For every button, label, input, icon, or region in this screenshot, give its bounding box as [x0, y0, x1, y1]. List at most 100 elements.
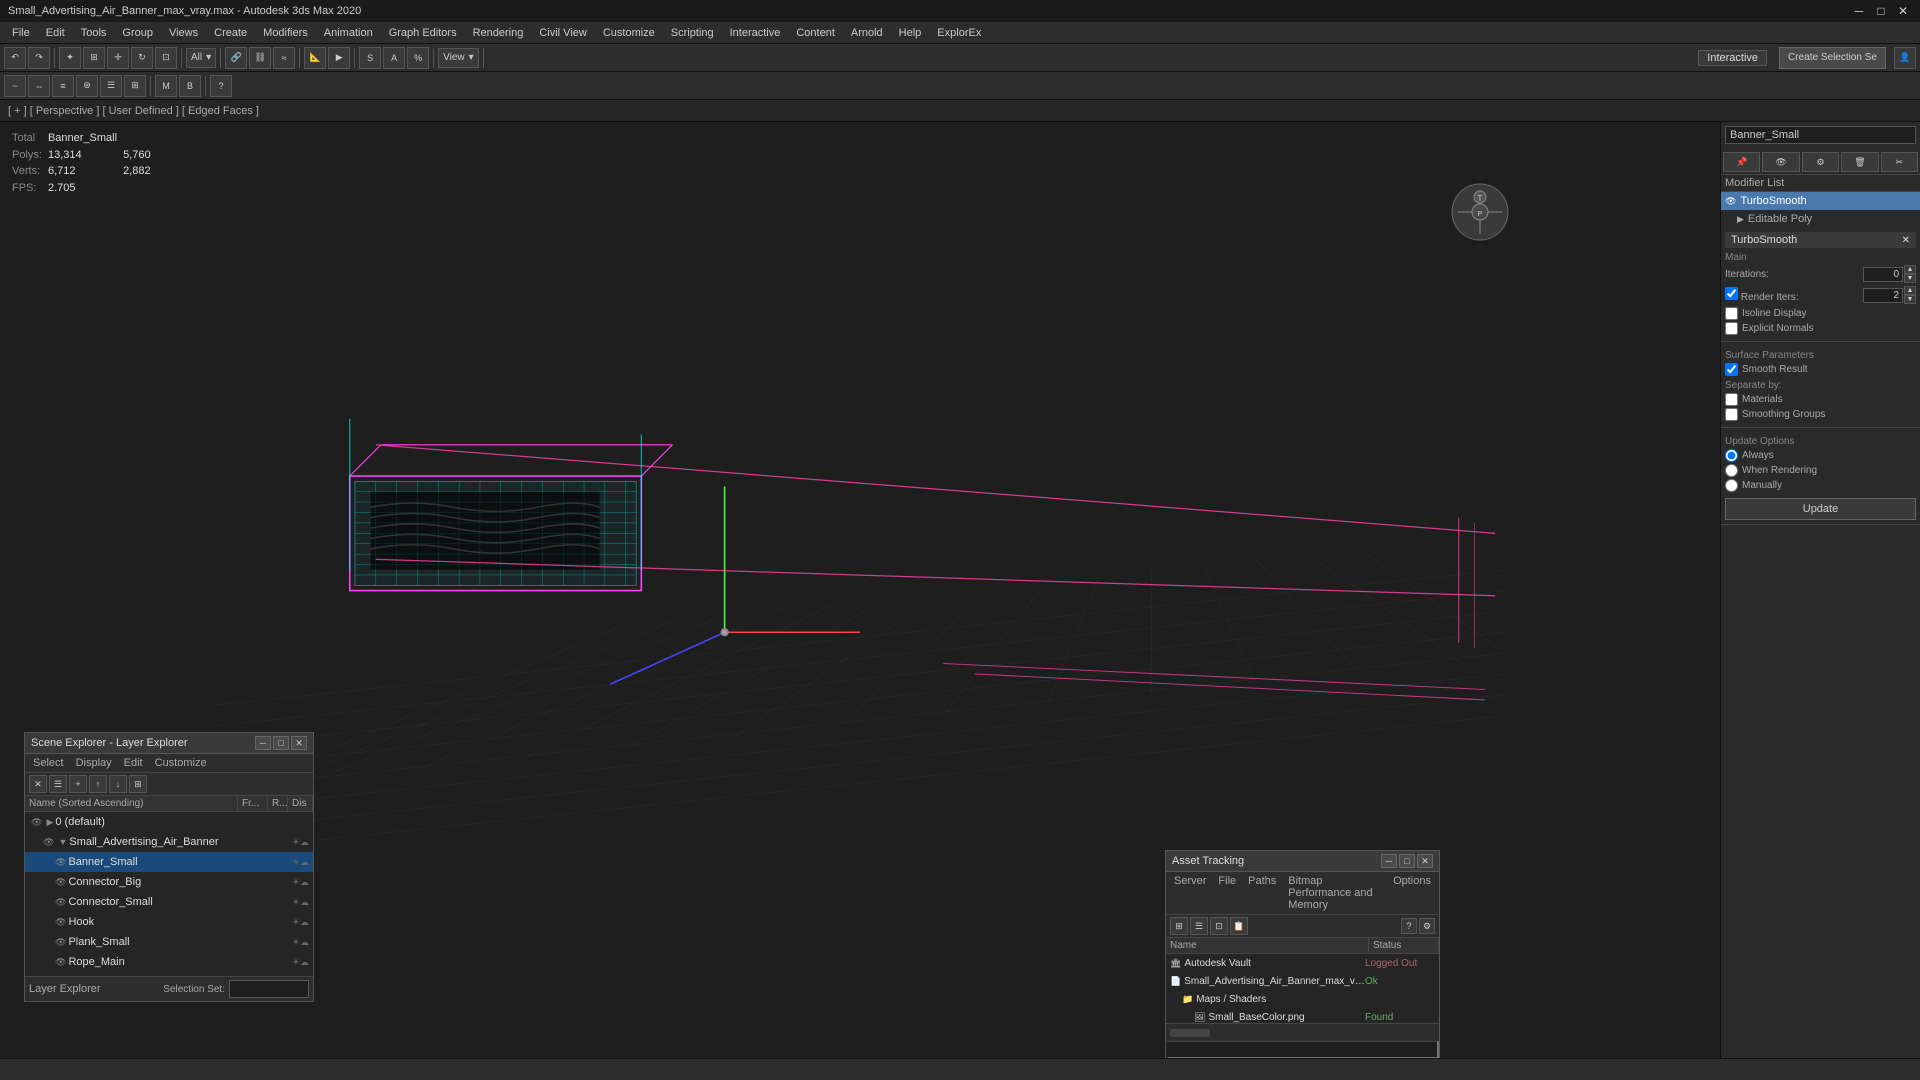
turbosmooth-eye-icon[interactable]: 👁 — [1725, 196, 1736, 207]
view-dropdown[interactable]: View ▾ — [438, 48, 479, 68]
scene-item-eye-3[interactable]: 👁 — [55, 877, 66, 888]
maximize-button[interactable]: □ — [1872, 2, 1890, 20]
modifier-pin-button[interactable]: 📌 — [1723, 152, 1760, 172]
scale-button[interactable]: ⊡ — [155, 47, 177, 69]
scene-item-4[interactable]: 👁Connector_Small☀☁ — [25, 892, 313, 912]
hierarchy-button[interactable]: ⊛ — [76, 75, 98, 97]
menu-item-edit[interactable]: Edit — [38, 25, 73, 41]
scene-item-6[interactable]: 👁Plank_Small☀☁ — [25, 932, 313, 952]
se-menu-edit[interactable]: Edit — [120, 756, 147, 770]
mirror-button[interactable]: ⇔ — [28, 75, 50, 97]
menu-item-rendering[interactable]: Rendering — [465, 25, 532, 41]
render-iters-input[interactable] — [1863, 288, 1903, 303]
at-btn-1[interactable]: ⊞ — [1170, 917, 1188, 935]
turbosmooth-close-button[interactable]: ✕ — [1902, 235, 1910, 246]
asset-tracking-minimize[interactable]: ─ — [1381, 854, 1397, 868]
create-selection-button[interactable]: Create Selection Se — [1779, 47, 1886, 69]
at-item-3[interactable]: 🖼Small_BaseColor.pngFound — [1166, 1008, 1439, 1023]
redo-button[interactable]: ↷ — [28, 47, 50, 69]
se-menu-select[interactable]: Select — [29, 756, 68, 770]
ribbon-button[interactable]: ⊞ — [124, 75, 146, 97]
select-region-button[interactable]: ⊞ — [83, 47, 105, 69]
render-iters-checkbox[interactable] — [1725, 287, 1738, 300]
select-object-button[interactable]: ✦ — [59, 47, 81, 69]
when-rendering-radio[interactable] — [1725, 464, 1738, 477]
menu-item-help[interactable]: Help — [891, 25, 930, 41]
menu-item-interactive[interactable]: Interactive — [722, 25, 789, 41]
scene-explorer-minimize[interactable]: ─ — [255, 736, 271, 750]
menu-item-customize[interactable]: Customize — [595, 25, 663, 41]
at-btn-3[interactable]: ⊡ — [1210, 917, 1228, 935]
material-editor-button[interactable]: M — [155, 75, 177, 97]
scene-explorer-close[interactable]: ✕ — [291, 736, 307, 750]
scene-item-2[interactable]: 👁Banner_Small☀☁ — [25, 852, 313, 872]
scene-item-5[interactable]: 👁Hook☀☁ — [25, 912, 313, 932]
rotate-button[interactable]: ↻ — [131, 47, 153, 69]
close-button[interactable]: ✕ — [1894, 2, 1912, 20]
se-menu-display[interactable]: Display — [72, 756, 116, 770]
scene-item-eye-7[interactable]: 👁 — [55, 957, 66, 968]
asset-tracking-search-input[interactable] — [1166, 1041, 1439, 1059]
curve-editor-button[interactable]: ~ — [4, 75, 26, 97]
scene-explorer-maximize[interactable]: □ — [273, 736, 289, 750]
scene-item-eye-1[interactable]: 👁 — [43, 837, 54, 848]
scene-item-lock-0[interactable]: ▶ — [46, 817, 53, 828]
scene-item-lock-1[interactable]: ▼ — [58, 837, 67, 847]
undo-button[interactable]: ↶ — [4, 47, 26, 69]
update-button[interactable]: Update — [1725, 498, 1916, 520]
se-layers-button[interactable]: ☰ — [49, 775, 67, 793]
render-button[interactable]: ▶ — [328, 47, 350, 69]
percent-snap-button[interactable]: % — [407, 47, 429, 69]
modifier-turbosmooth[interactable]: 👁 TurboSmooth — [1721, 192, 1920, 210]
at-menu-options[interactable]: Options — [1389, 874, 1435, 912]
scene-item-7[interactable]: 👁Rope_Main☀☁ — [25, 952, 313, 972]
menu-item-file[interactable]: File — [4, 25, 38, 41]
scene-item-eye-2[interactable]: 👁 — [55, 857, 66, 868]
unlink-button[interactable]: ⛓ — [249, 47, 271, 69]
at-menu-file[interactable]: File — [1214, 874, 1240, 912]
scene-item-0[interactable]: 👁▶0 (default) — [25, 812, 313, 832]
link-button[interactable]: 🔗 — [225, 47, 247, 69]
scene-item-eye-4[interactable]: 👁 — [55, 897, 66, 908]
menu-item-create[interactable]: Create — [206, 25, 255, 41]
asset-tracking-scroll-thumb[interactable] — [1170, 1029, 1210, 1037]
at-menu-bitmap-performance-and-memory[interactable]: Bitmap Performance and Memory — [1284, 874, 1385, 912]
materials-checkbox[interactable] — [1725, 393, 1738, 406]
render-iters-down[interactable]: ▼ — [1904, 295, 1916, 304]
modifier-show-button[interactable]: 👁 — [1762, 152, 1799, 172]
at-menu-paths[interactable]: Paths — [1244, 874, 1280, 912]
scene-item-eye-0[interactable]: 👁 — [31, 817, 42, 828]
se-add-layer-button[interactable]: + — [69, 775, 87, 793]
se-menu-customize[interactable]: Customize — [151, 756, 211, 770]
at-item-1[interactable]: 📄Small_Advertising_Air_Banner_max_vray.m… — [1166, 972, 1439, 990]
menu-item-group[interactable]: Group — [114, 25, 161, 41]
at-help-button[interactable]: ? — [1401, 918, 1417, 934]
layer-manager-button[interactable]: ☰ — [100, 75, 122, 97]
snap-toggle-button[interactable]: S — [359, 47, 381, 69]
always-radio[interactable] — [1725, 449, 1738, 462]
menu-item-graph-editors[interactable]: Graph Editors — [381, 25, 465, 41]
iterations-down[interactable]: ▼ — [1904, 274, 1916, 283]
render-iters-up[interactable]: ▲ — [1904, 286, 1916, 295]
sign-in-button[interactable]: 👤 — [1894, 47, 1916, 69]
minimize-button[interactable]: ─ — [1850, 2, 1868, 20]
at-btn-2[interactable]: ☰ — [1190, 917, 1208, 935]
isoline-display-checkbox[interactable] — [1725, 307, 1738, 320]
menu-item-civil-view[interactable]: Civil View — [531, 25, 594, 41]
se-filter-button[interactable]: ✕ — [29, 775, 47, 793]
at-menu-server[interactable]: Server — [1170, 874, 1210, 912]
all-dropdown[interactable]: All ▾ — [186, 48, 216, 68]
smooth-result-checkbox[interactable] — [1725, 363, 1738, 376]
help-button[interactable]: ? — [210, 75, 232, 97]
render-setup-button[interactable]: 📐 — [304, 47, 326, 69]
menu-item-modifiers[interactable]: Modifiers — [255, 25, 316, 41]
asset-tracking-maximize[interactable]: □ — [1399, 854, 1415, 868]
at-item-2[interactable]: 📁Maps / Shaders — [1166, 990, 1439, 1008]
scene-item-eye-6[interactable]: 👁 — [55, 937, 66, 948]
scene-item-1[interactable]: 👁▼Small_Advertising_Air_Banner☀☁ — [25, 832, 313, 852]
iterations-up[interactable]: ▲ — [1904, 265, 1916, 274]
snap-angle-button[interactable]: A — [383, 47, 405, 69]
at-item-0[interactable]: 🏛Autodesk VaultLogged Out — [1166, 954, 1439, 972]
scene-item-3[interactable]: 👁Connector_Big☀☁ — [25, 872, 313, 892]
manually-radio[interactable] — [1725, 479, 1738, 492]
